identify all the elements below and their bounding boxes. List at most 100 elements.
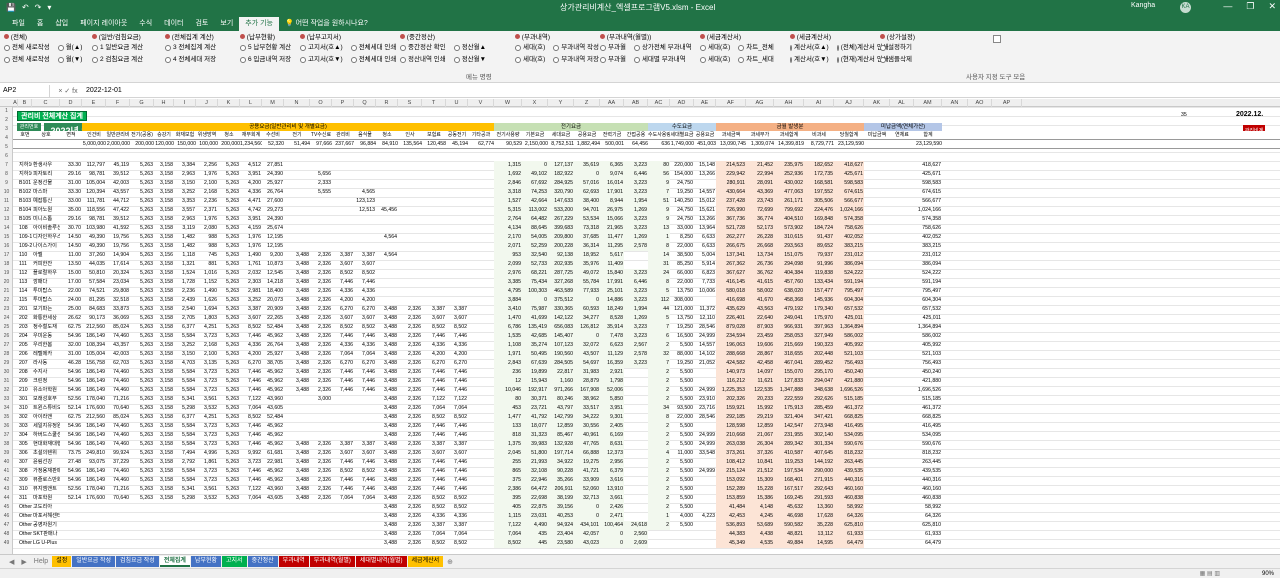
table-cell[interactable]: 58,992 — [914, 503, 942, 512]
table-cell[interactable]: 39,512 — [106, 215, 130, 224]
ribbon-item[interactable]: 4 전체세대 저장 — [165, 54, 239, 66]
table-cell[interactable]: 29,273 — [262, 206, 284, 215]
table-cell[interactable]: 7,446 — [446, 368, 468, 377]
table-cell[interactable]: 135,419 — [522, 323, 548, 332]
table-cell[interactable]: 425,011 — [834, 314, 864, 323]
table-cell[interactable]: 5,500 — [670, 476, 694, 485]
table-cell[interactable]: 410,587 — [774, 449, 804, 458]
table-cell[interactable]: 2 — [648, 440, 670, 449]
table-cell[interactable]: 3,158 — [154, 404, 174, 413]
table-cell[interactable]: 1,269 — [624, 233, 648, 242]
table-cell[interactable]: 4,742 — [240, 206, 262, 215]
table-cell[interactable]: 10,873 — [262, 260, 284, 269]
table-cell[interactable]: 10,046 — [494, 386, 522, 395]
table-cell[interactable]: 24,390 — [262, 215, 284, 224]
table-cell[interactable]: 5,263 — [218, 296, 240, 305]
table-cell[interactable]: 12,110 — [694, 314, 716, 323]
table-cell[interactable]: 18,077 — [522, 422, 548, 431]
table-cell[interactable]: 90,173 — [82, 314, 106, 323]
table-cell[interactable]: 271,915 — [804, 476, 834, 485]
table-cell[interactable]: 41,699 — [522, 314, 548, 323]
table-cell[interactable]: 15.00 — [60, 269, 82, 278]
table-cell[interactable]: 3,488 — [376, 521, 398, 530]
table-cell[interactable]: 4,565 — [354, 188, 376, 197]
table-cell[interactable]: 440,316 — [914, 476, 942, 485]
table-cell[interactable]: 2,326 — [310, 305, 332, 314]
table-cell[interactable]: 19,250 — [670, 323, 694, 332]
table-cell[interactable]: 5,263 — [218, 287, 240, 296]
table-cell[interactable]: 5,263 — [218, 395, 240, 404]
table-cell[interactable]: 3,488 — [284, 440, 310, 449]
table-cell[interactable]: 1,016 — [196, 269, 218, 278]
table-cell[interactable]: 11,295 — [600, 242, 624, 251]
table-cell[interactable]: 212,560 — [82, 323, 106, 332]
table-cell[interactable]: 457,760 — [774, 278, 804, 287]
table-cell[interactable]: 4,535 — [746, 539, 774, 548]
table-cell[interactable]: 81,295 — [82, 296, 106, 305]
table-cell[interactable]: 5,263 — [218, 359, 240, 368]
table-cell[interactable]: 2,540 — [174, 305, 196, 314]
table-cell[interactable]: 트윈스튜비오 — [32, 404, 60, 413]
table-cell[interactable]: 5,263 — [218, 233, 240, 242]
table-cell[interactable]: 2,386 — [494, 485, 522, 494]
table-cell[interactable]: 159,921 — [716, 404, 746, 413]
table-cell[interactable]: 5,263 — [130, 467, 154, 476]
table-cell[interactable]: 113 — [18, 278, 32, 287]
table-cell[interactable]: 지하102 — [18, 170, 32, 179]
row-header[interactable]: 24 — [0, 314, 13, 323]
table-cell[interactable]: 5,263 — [218, 413, 240, 422]
ribbon-item[interactable]: 세대(호) 부과내역 저장 — [515, 54, 599, 66]
close-button[interactable]: ✕ — [1268, 1, 1276, 12]
table-cell[interactable]: 8,502 — [446, 503, 468, 512]
tab-4[interactable]: 수식 — [133, 17, 158, 31]
table-cell[interactable]: 57,584 — [82, 278, 106, 287]
table-cell[interactable]: 178,040 — [82, 395, 106, 404]
table-cell[interactable]: 7,446 — [354, 377, 376, 386]
table-cell[interactable]: 64,472 — [522, 485, 548, 494]
table-cell[interactable]: 119,838 — [804, 269, 834, 278]
table-cell[interactable]: 3,158 — [154, 242, 174, 251]
table-cell[interactable]: 367,736 — [716, 215, 746, 224]
table-cell[interactable]: 5,500 — [670, 368, 694, 377]
table-cell[interactable]: 3,387 — [332, 251, 354, 260]
row-header[interactable]: 25 — [0, 323, 13, 332]
column-header-I[interactable]: I — [174, 99, 196, 107]
table-cell[interactable]: 111,781 — [82, 197, 106, 206]
table-cell[interactable]: 210 — [18, 386, 32, 395]
table-cell[interactable]: 521,728 — [716, 224, 746, 233]
table-cell[interactable]: 5,263 — [218, 188, 240, 197]
table-cell[interactable]: 7,064 — [422, 530, 446, 539]
table-cell[interactable]: 197,552 — [804, 188, 834, 197]
table-cell[interactable]: 2,578 — [624, 242, 648, 251]
table-cell[interactable]: 52,006 — [600, 386, 624, 395]
table-cell[interactable]: 5,263 — [218, 431, 240, 440]
table-cell[interactable]: 2,326 — [310, 314, 332, 323]
table-cell[interactable]: 52.56 — [60, 485, 82, 494]
table-cell[interactable]: 64,482 — [522, 215, 548, 224]
table-cell[interactable]: 7,446 — [240, 440, 262, 449]
table-cell[interactable]: 5,500 — [670, 431, 694, 440]
table-cell[interactable]: 15,992 — [746, 404, 774, 413]
table-cell[interactable]: 3,158 — [154, 305, 174, 314]
table-cell[interactable]: 3,723 — [196, 476, 218, 485]
table-cell[interactable]: 1,115 — [494, 512, 522, 521]
table-cell[interactable]: 5,263 — [130, 161, 154, 170]
table-cell[interactable]: 2 — [648, 476, 670, 485]
table-cell[interactable]: 133,434 — [804, 278, 834, 287]
table-cell[interactable]: 48,821 — [774, 530, 804, 539]
table-cell[interactable]: 13,750 — [670, 314, 694, 323]
row-header[interactable]: 46 — [0, 512, 13, 521]
table-cell[interactable]: 61,933 — [834, 530, 864, 539]
table-cell[interactable]: 209 — [18, 377, 32, 386]
sheet-title[interactable]: 관리비 전체계산 집계 — [17, 111, 87, 121]
table-cell[interactable]: 4,336 — [240, 188, 262, 197]
table-cell[interactable]: 574,358 — [834, 215, 864, 224]
table-cell[interactable]: 2,764 — [494, 215, 522, 224]
row-header[interactable]: 34 — [0, 404, 13, 413]
table-cell[interactable]: 52.56 — [60, 395, 82, 404]
table-cell[interactable]: 2 — [648, 422, 670, 431]
row-header[interactable]: 19 — [0, 269, 13, 278]
table-cell[interactable]: 3,488 — [376, 368, 398, 377]
row-header[interactable]: 36 — [0, 422, 13, 431]
table-cell[interactable]: 638,020 — [774, 287, 804, 296]
